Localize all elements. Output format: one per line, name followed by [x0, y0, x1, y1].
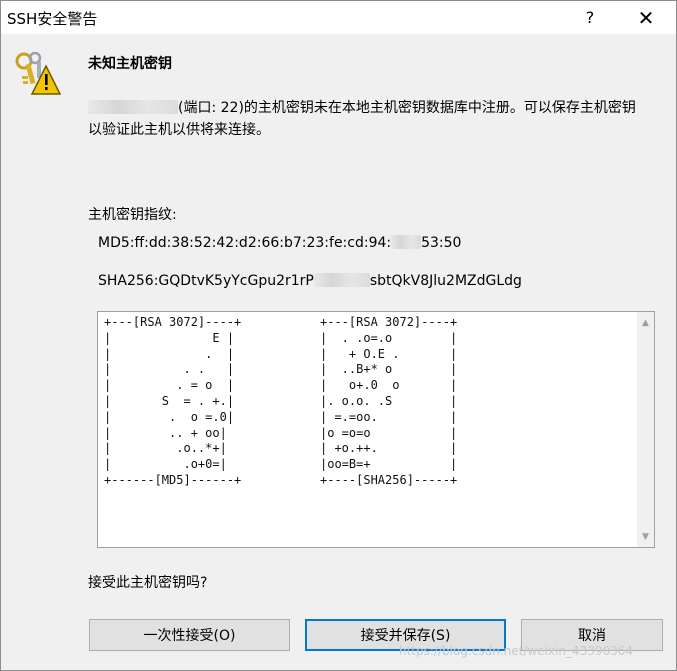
md5-fingerprint: MD5:ff:dd:38:52:42:d2:66:b7:23:fe:cd:94:… — [98, 235, 461, 251]
sha256-randomart: +---[RSA 3072]----+ | . .o=.o | | + O.E … — [320, 315, 458, 487]
md5-fingerprint-prefix: MD5:ff:dd:38:52:42:d2:66:b7:23:fe:cd:94: — [98, 235, 392, 251]
scroll-down-arrow-icon[interactable]: ▼ — [637, 528, 654, 545]
randomart-textbox[interactable]: +---[RSA 3072]----+ | E | | . | | . . | … — [97, 311, 655, 548]
accept-question: 接受此主机密钥吗? — [88, 575, 208, 591]
md5-randomart: +---[RSA 3072]----+ | E | | . | | . . | … — [104, 315, 242, 487]
message-line-2: 以验证此主机以供将来连接。 — [88, 122, 270, 138]
vertical-scrollbar[interactable]: ▲ ▼ — [637, 312, 654, 547]
ssh-security-alert-dialog: SSH安全警告 ? ✕ 未知主机密钥 (端口: 22)的主机密钥未在本地主机密钥… — [0, 0, 677, 671]
md5-fingerprint-suffix: 53:50 — [421, 235, 462, 251]
window-title: SSH安全警告 — [7, 10, 98, 28]
fingerprint-label: 主机密钥指纹: — [88, 207, 177, 223]
close-button[interactable]: ✕ — [623, 1, 669, 34]
title-bar: SSH安全警告 ? ✕ — [1, 1, 676, 34]
sha256-fingerprint: SHA256:GQDtvK5yYcGpu2r1rP sbtQkV8Jlu2MZdG… — [98, 273, 522, 289]
key-warning-icon — [15, 52, 61, 95]
accept-once-button[interactable]: 一次性接受(O) — [89, 619, 290, 651]
sha256-fingerprint-prefix: SHA256:GQDtvK5yYcGpu2r1rP — [98, 273, 314, 289]
scroll-up-arrow-icon[interactable]: ▲ — [637, 314, 654, 331]
redacted-sha256-part — [313, 273, 370, 287]
help-button[interactable]: ? — [567, 1, 613, 34]
sha256-fingerprint-suffix: sbtQkV8Jlu2MZdGLdg — [369, 273, 522, 289]
dialog-heading: 未知主机密钥 — [88, 56, 172, 72]
dialog-message: (端口: 22)的主机密钥未在本地主机密钥数据库中注册。可以保存主机密钥 以验证… — [88, 97, 668, 141]
dialog-content: 未知主机密钥 (端口: 22)的主机密钥未在本地主机密钥数据库中注册。可以保存主… — [1, 34, 676, 670]
redacted-host — [88, 100, 178, 114]
redacted-md5-part — [391, 235, 422, 249]
watermark: https://blog.csdn.net/weixin_43390364 — [399, 644, 634, 658]
message-line-1: (端口: 22)的主机密钥未在本地主机密钥数据库中注册。可以保存主机密钥 — [178, 100, 636, 116]
